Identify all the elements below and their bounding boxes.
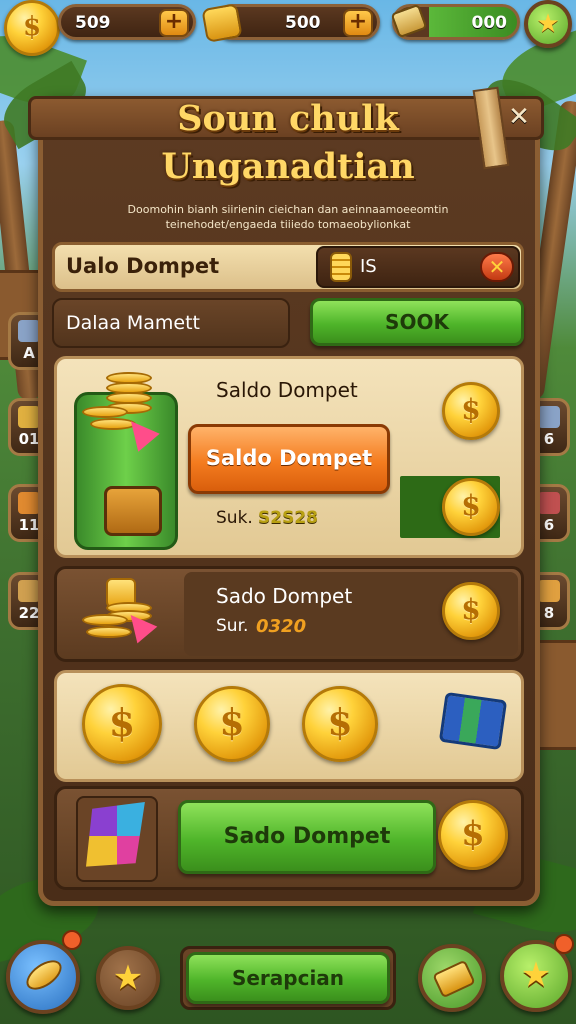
gold-bar-icon: [432, 959, 476, 999]
star-button[interactable]: ★: [524, 0, 572, 48]
side-item-icon: [538, 406, 560, 428]
add-coins-button[interactable]: +: [159, 9, 189, 37]
rocket-icon: [21, 954, 67, 996]
side-item-icon: [538, 580, 560, 602]
offer2-sub-prefix: Sur.: [216, 616, 249, 636]
balance-label: Dalaa Mamett: [66, 312, 201, 334]
bottom-upgrade-badge: [554, 934, 574, 954]
dialog-description: Doomohin bianh siirienin cieichan dan ae…: [127, 203, 449, 231]
treasure-chest-icon: [104, 486, 162, 536]
star-arrow-icon: ★: [520, 955, 552, 995]
coin-stack-avatar-icon[interactable]: $: [4, 0, 60, 56]
offer1-buy-button[interactable]: Saldo Dompet: [188, 424, 390, 494]
star-icon: ★: [112, 958, 144, 998]
bottom-boost-badge: [62, 930, 82, 950]
bottom-boost-button[interactable]: [6, 940, 80, 1014]
offer1-sub-value: S2S28: [258, 508, 318, 528]
coins-value: 509: [75, 13, 111, 33]
offer4-coin-icon: $: [438, 800, 508, 870]
offer2-sub-value: 0320: [256, 616, 307, 637]
offer2-title: Sado Dompet: [216, 584, 353, 608]
wallet-amount: IS: [360, 256, 377, 277]
side-item-icon: [18, 580, 40, 602]
coin-reward-icon-1[interactable]: $: [82, 684, 162, 764]
clear-amount-button[interactable]: ✕: [480, 252, 514, 282]
top-resource-bar: $ 509 + 500 + 000 ★: [0, 0, 576, 56]
offer1-title: Saldo Dompet: [216, 378, 358, 402]
side-item-icon: [18, 320, 40, 342]
dialog-title-line2: Unganadtian: [161, 146, 415, 187]
cash-value: 000: [471, 13, 508, 33]
coin-reward-icon-3[interactable]: $: [302, 686, 378, 762]
gold-bag-icon: [201, 3, 243, 43]
add-gems-button[interactable]: +: [343, 9, 373, 37]
balance-action-button[interactable]: SOOK: [310, 298, 524, 346]
offer2-coin-icon: $: [442, 582, 500, 640]
gems-value: 500: [285, 13, 321, 33]
dialog-title-line1: Soun chulk: [177, 98, 399, 139]
bottom-shop-button[interactable]: [418, 944, 486, 1012]
offer4-buy-button[interactable]: Sado Dompet: [178, 800, 436, 874]
side-item-icon: [538, 492, 560, 514]
cash-bundle-reward-icon[interactable]: [438, 691, 508, 751]
offer1-sub-prefix: Suk.: [216, 508, 253, 528]
wallet-label: Ualo Dompet: [66, 254, 220, 278]
side-item-icon: [18, 406, 40, 428]
bottom-favorites-button[interactable]: ★: [96, 946, 160, 1010]
side-item-icon: [18, 492, 40, 514]
coin-stack-icon: [330, 252, 352, 282]
offer1-coin-icon-bottom: $: [442, 478, 500, 536]
offer1-coin-icon-top: $: [442, 382, 500, 440]
offer2-coin-pile-icon: [82, 578, 162, 644]
star-icon: ★: [536, 9, 560, 39]
bottom-center-button[interactable]: Serapcian: [186, 952, 390, 1004]
coin-reward-icon-2[interactable]: $: [194, 686, 270, 762]
coins-counter: 509 +: [58, 4, 196, 40]
